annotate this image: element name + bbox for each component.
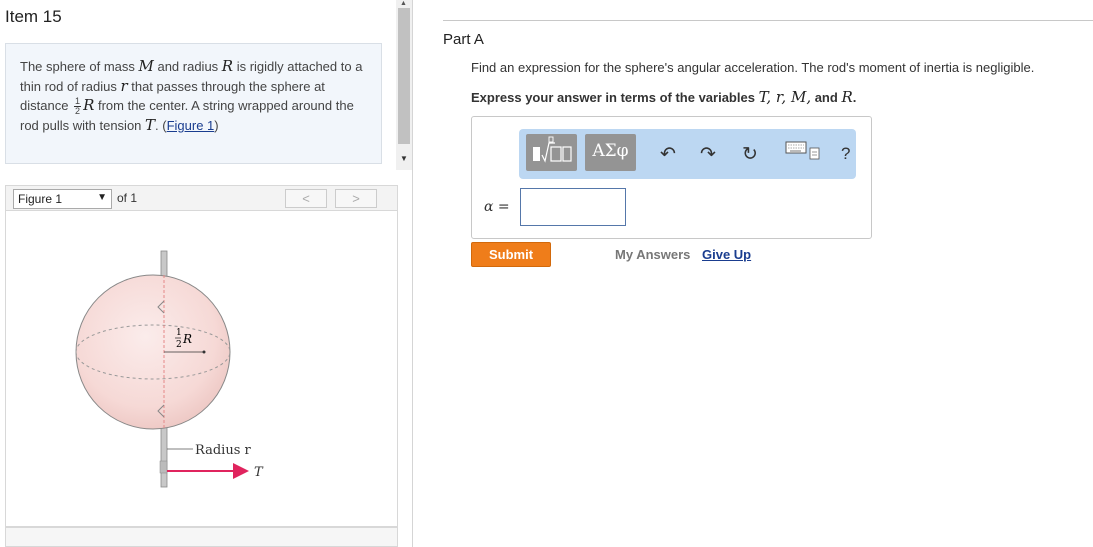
- answer-label: α =: [484, 198, 510, 215]
- problem-text: and radius: [153, 59, 222, 74]
- express-instruction: Express your answer in terms of the vari…: [471, 88, 856, 106]
- half-r-den: 2: [176, 340, 182, 350]
- express-last-var: R: [841, 88, 853, 106]
- part-divider: [443, 20, 1093, 21]
- sphere-rod-figure: 1 2 R Radius r T: [75, 250, 264, 488]
- var-R: R: [83, 96, 95, 114]
- templates-button[interactable]: [526, 134, 577, 171]
- next-figure-button[interactable]: >: [335, 189, 377, 208]
- fraction-denominator: 2: [75, 106, 81, 117]
- string-wrap: [159, 460, 168, 474]
- scroll-up-arrow-icon[interactable]: ▲: [400, 0, 407, 7]
- express-prefix: Express your answer in terms of the vari…: [471, 90, 759, 105]
- var-R: R: [221, 57, 234, 75]
- figure-select-value: Figure 1: [18, 192, 63, 206]
- figure-count: of 1: [117, 191, 138, 205]
- give-up-link[interactable]: Give Up: [702, 247, 751, 262]
- prev-figure-button[interactable]: <: [285, 189, 327, 208]
- scroll-thumb[interactable]: [398, 8, 410, 144]
- left-panel: Item 15 ▲ ▼ The sphere of mass M and rad…: [0, 0, 413, 547]
- express-and: and: [811, 90, 842, 105]
- question-text: Find an expression for the sphere's angu…: [471, 60, 1035, 75]
- arrow-end-dot: [202, 350, 206, 354]
- math-toolbar: ΑΣφ ↶ ↷ ↻ ?: [519, 129, 856, 179]
- half-r-R: R: [182, 332, 192, 346]
- left-panel-footer: [5, 527, 398, 547]
- redo-icon[interactable]: ↷: [700, 143, 716, 166]
- express-vars: T, r, M,: [758, 88, 812, 106]
- answer-box: ΑΣφ ↶ ↷ ↻ ? α =: [471, 116, 872, 239]
- var-r: r: [120, 76, 128, 95]
- help-icon[interactable]: ?: [841, 144, 850, 164]
- submit-button[interactable]: Submit: [471, 242, 551, 267]
- greek-symbols-button[interactable]: ΑΣφ: [585, 134, 636, 171]
- reset-icon[interactable]: ↻: [742, 143, 758, 166]
- var-M: M: [138, 57, 154, 75]
- var-T: T: [145, 116, 156, 135]
- half-r-num: 1: [176, 328, 182, 338]
- figure-link[interactable]: Figure 1: [167, 118, 215, 133]
- undo-icon[interactable]: ↶: [660, 143, 676, 166]
- answer-input[interactable]: [520, 188, 626, 226]
- problem-statement: The sphere of mass M and radius R is rig…: [5, 43, 382, 164]
- problem-text: . (: [155, 118, 167, 134]
- keyboard-shape: [785, 141, 820, 160]
- figure-area: 1 2 R Radius r T: [5, 211, 398, 527]
- express-end: .: [852, 90, 857, 105]
- problem-scrollbar[interactable]: ▲ ▼: [396, 0, 412, 170]
- templates-icon: [533, 136, 572, 163]
- tension-label: T: [254, 465, 264, 480]
- item-title: Item 15: [5, 7, 62, 26]
- fraction-half: 12: [74, 97, 82, 117]
- part-title: Part A: [443, 31, 484, 48]
- my-answers-text: My Answers: [615, 247, 691, 262]
- dropdown-arrow-icon: ▼: [97, 192, 107, 203]
- problem-text: The sphere of mass: [20, 59, 139, 74]
- problem-text: ): [214, 118, 219, 134]
- scroll-down-arrow-icon[interactable]: ▼: [400, 154, 408, 163]
- keyboard-icon[interactable]: [785, 140, 823, 170]
- figure-select[interactable]: Figure 1 ▼: [13, 189, 112, 209]
- figure-nav-bar: Figure 1 ▼ of 1 < >: [5, 185, 398, 211]
- answer-label-text: α =: [484, 199, 510, 215]
- radius-label: Radius r: [195, 443, 251, 458]
- right-panel: Part A Find an expression for the sphere…: [413, 0, 1093, 547]
- sphere: [75, 274, 231, 430]
